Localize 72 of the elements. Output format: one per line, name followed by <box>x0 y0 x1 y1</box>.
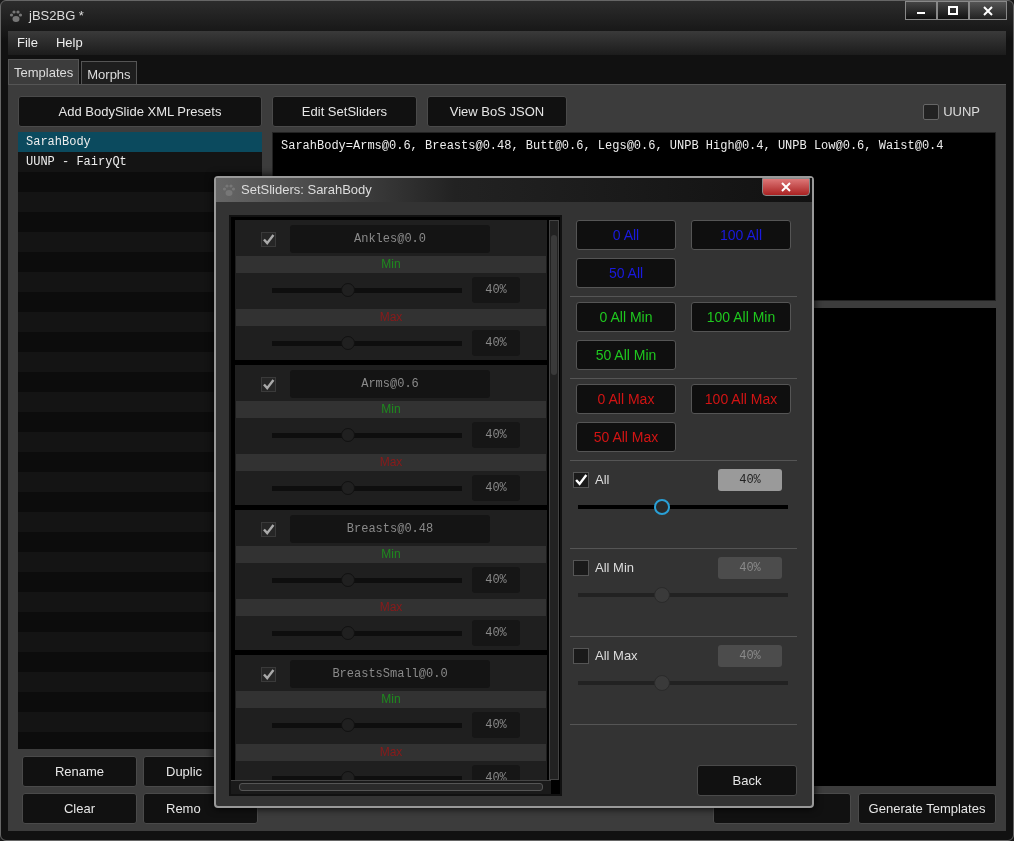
preset-button[interactable]: 50 All Min <box>576 340 676 370</box>
value-field: 40% <box>718 645 782 667</box>
toolbar-button[interactable]: Edit SetSliders <box>272 96 417 127</box>
preset-button[interactable]: 50 All Max <box>576 422 676 452</box>
checkbox-label: All Min <box>595 559 634 578</box>
checkbox[interactable] <box>261 521 276 537</box>
close-icon <box>982 5 994 16</box>
slider-thumb[interactable] <box>654 499 670 515</box>
min-label: Min <box>236 546 546 563</box>
max-label: Max <box>236 454 546 471</box>
back-button[interactable]: Back <box>697 765 797 796</box>
max-label: Max <box>236 744 546 761</box>
check-icon <box>574 473 588 487</box>
list-item[interactable]: UUNP - FairyQt <box>18 152 262 172</box>
minimize-button[interactable] <box>905 1 937 20</box>
preset-button[interactable]: 0 All Max <box>576 384 676 414</box>
scrollbar[interactable] <box>549 220 559 780</box>
check-icon <box>262 522 275 536</box>
check-icon <box>262 232 275 246</box>
checkbox[interactable] <box>573 648 589 664</box>
checkbox-label: UUNP <box>943 102 980 121</box>
close-button[interactable] <box>969 1 1007 20</box>
checkbox[interactable] <box>573 472 589 488</box>
scrollbar[interactable] <box>231 780 551 794</box>
check-icon <box>262 377 275 391</box>
value-field: 40% <box>472 422 520 448</box>
toolbar-button[interactable]: View BoS JSON <box>427 96 567 127</box>
menu-item[interactable]: File <box>8 33 47 53</box>
checkbox[interactable] <box>261 376 276 392</box>
value-field: 40% <box>718 557 782 579</box>
maximize-icon <box>947 5 959 16</box>
min-label: Min <box>236 256 546 273</box>
value-field: 40% <box>472 475 520 501</box>
value-field: 40% <box>472 712 520 738</box>
checkbox[interactable] <box>261 666 276 682</box>
slider-thumb[interactable] <box>654 675 670 691</box>
slider-name: BreastsSmall@0.0 <box>290 660 490 688</box>
value-field: 40% <box>472 277 520 303</box>
slider-name: Ankles@0.0 <box>290 225 490 253</box>
slider-name: Breasts@0.48 <box>290 515 490 543</box>
slider-name: Arms@0.6 <box>290 370 490 398</box>
checkbox[interactable] <box>923 103 940 120</box>
add-presets-button[interactable]: Add BodySlide XML Presets <box>18 96 262 127</box>
slider-thumb[interactable] <box>654 587 670 603</box>
action-button[interactable]: Clear <box>22 793 137 824</box>
close-button[interactable] <box>762 178 810 196</box>
window-title: jBS2BG * <box>29 7 84 26</box>
max-label: Max <box>236 309 546 326</box>
checkbox-label: All Max <box>595 647 638 666</box>
preset-button[interactable]: 100 All Min <box>691 302 791 332</box>
tab[interactable]: Morphs <box>81 61 137 84</box>
generate-templates-button[interactable]: Generate Templates <box>858 793 996 824</box>
close-icon <box>780 182 792 192</box>
min-label: Min <box>236 401 546 418</box>
checkbox[interactable] <box>261 231 276 247</box>
maximize-button[interactable] <box>937 1 969 20</box>
max-label: Max <box>236 599 546 616</box>
value-field: 40% <box>472 330 520 356</box>
action-button[interactable]: Rename <box>22 756 137 787</box>
menu-item[interactable]: Help <box>46 33 92 53</box>
check-icon <box>262 667 275 681</box>
value-field: 40% <box>718 469 782 491</box>
list-item[interactable]: SarahBody <box>18 132 262 152</box>
preset-button[interactable]: 100 All Max <box>691 384 791 414</box>
preset-button[interactable]: 0 All Min <box>576 302 676 332</box>
checkbox[interactable] <box>573 560 589 576</box>
min-label: Min <box>236 691 546 708</box>
paw-icon <box>9 9 23 23</box>
checkbox-label: All <box>595 471 610 490</box>
value-field: 40% <box>472 620 520 646</box>
tab[interactable]: Templates <box>8 59 80 84</box>
value-field: 40% <box>472 567 520 593</box>
